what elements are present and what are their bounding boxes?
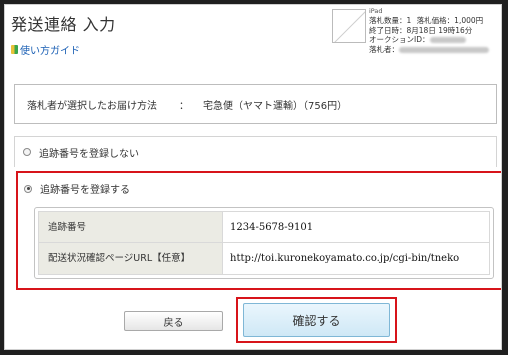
item-end-row: 終了日時：8月18日 19時16分 xyxy=(369,25,501,35)
tracking-url-input[interactable]: http://toi.kuronekoyamato.co.jp/cgi-bin/… xyxy=(223,243,489,274)
winner-label: 落札者： xyxy=(369,44,399,54)
price-value: 1,000円 xyxy=(454,16,484,26)
tracking-url-row: 配送状況確認ページURL【任意】 http://toi.kuronekoyama… xyxy=(38,243,490,275)
tracking-number-row: 追跡番号 1234-5678-9101 xyxy=(38,211,490,243)
tracking-number-input[interactable]: 1234-5678-9101 xyxy=(223,212,489,242)
winner-redacted xyxy=(399,46,489,53)
auction-id-label: オークションID： xyxy=(369,35,430,45)
item-auction-id-row: オークションID： xyxy=(369,35,501,45)
shipping-notice-window: 発送連絡 入力 使い方ガイド iPad 落札数量：1 落札価格：1,000円 終… xyxy=(4,4,502,350)
item-model: iPad xyxy=(369,7,383,15)
back-button[interactable]: 戻る xyxy=(124,311,223,331)
quantity-label: 落札数量： xyxy=(369,16,407,26)
no-image-icon xyxy=(334,11,365,42)
page-title: 発送連絡 入力 xyxy=(11,15,116,34)
option-no-register-label: 追跡番号を登録しない xyxy=(39,148,139,160)
radio-no-register[interactable] xyxy=(23,148,31,156)
tracking-number-label: 追跡番号 xyxy=(39,212,223,242)
auction-id-redacted xyxy=(429,37,466,44)
delivery-method-box: 落札者が選択したお届け方法 ： 宅急便（ヤマト運輸）（756円） xyxy=(14,84,497,124)
option-no-register[interactable]: 追跡番号を登録しない xyxy=(14,136,497,167)
option-register[interactable]: 追跡番号を登録する xyxy=(24,181,130,196)
item-thumbnail[interactable] xyxy=(332,9,366,43)
end-value: 8月18日 19時16分 xyxy=(406,25,473,35)
item-winner-row: 落札者： xyxy=(369,44,501,54)
delivery-method-label: 落札者が選択したお届け方法 xyxy=(27,100,157,112)
delivery-method-separator: ： xyxy=(179,100,189,112)
end-label: 終了日時： xyxy=(369,25,407,35)
confirm-button[interactable]: 確認する xyxy=(243,303,390,337)
tracking-url-label: 配送状況確認ページURL【任意】 xyxy=(39,243,223,274)
register-tracking-section: 追跡番号を登録する 追跡番号 1234-5678-9101 配送状況確認ページU… xyxy=(16,171,501,290)
item-quantity-price-row: 落札数量：1 落札価格：1,000円 xyxy=(369,16,501,26)
price-label: 落札価格： xyxy=(416,16,455,26)
item-summary: iPad 落札数量：1 落札価格：1,000円 終了日時：8月18日 19時16… xyxy=(369,7,501,54)
confirm-highlight: 確認する xyxy=(236,297,397,343)
guide-link-label: 使い方ガイド xyxy=(20,46,80,57)
tracking-form: 追跡番号 1234-5678-9101 配送状況確認ページURL【任意】 htt… xyxy=(34,207,494,279)
radio-register[interactable] xyxy=(24,184,32,193)
guide-link[interactable]: 使い方ガイド xyxy=(11,42,80,57)
delivery-method-value: 宅急便（ヤマト運輸）（756円） xyxy=(203,100,348,112)
quantity-value: 1 xyxy=(406,16,412,26)
option-register-label: 追跡番号を登録する xyxy=(40,185,130,196)
guide-book-icon xyxy=(11,45,18,54)
